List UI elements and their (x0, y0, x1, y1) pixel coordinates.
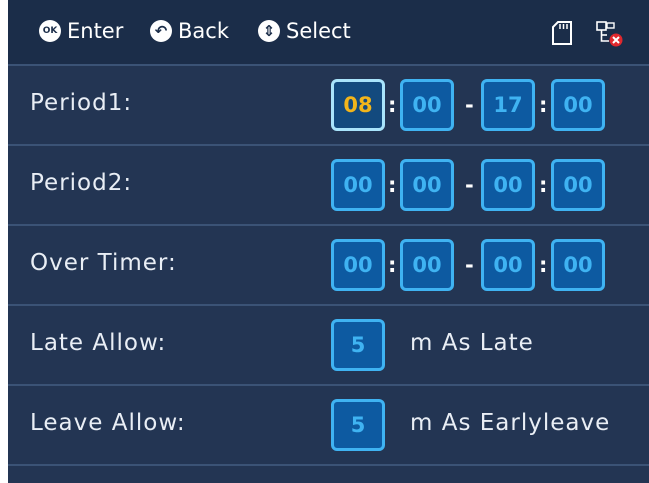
period1-end-minute-field[interactable]: 00 (551, 79, 605, 131)
leave-allow-suffix: m As Earlyleave (410, 410, 611, 436)
period2-start-minute-field[interactable]: 00 (400, 159, 454, 211)
period2-start-hour-field[interactable]: 00 (331, 159, 385, 211)
time-colon: : (539, 173, 548, 197)
period1-start-hour-field[interactable]: 08 (331, 79, 385, 131)
over-timer-end-minute-field[interactable]: 00 (551, 239, 605, 291)
time-colon: : (388, 253, 397, 277)
time-colon: : (539, 253, 548, 277)
enter-hint-label: Enter (67, 19, 124, 43)
late-allow-minutes-field[interactable]: 5 (331, 319, 385, 371)
select-hint-label: Select (286, 19, 351, 43)
leave-allow-row: Leave Allow: 5 m As Earlyleave (8, 386, 649, 466)
sd-card-icon (552, 21, 572, 45)
range-dash: - (465, 253, 474, 277)
back-icon: ↶ (150, 20, 172, 42)
over-timer-end-hour-field[interactable]: 00 (481, 239, 535, 291)
late-allow-suffix: m As Late (410, 330, 534, 356)
period2-label: Period2: (30, 170, 133, 196)
enter-hint: OK Enter (39, 19, 123, 43)
ok-key-icon: OK (39, 20, 61, 42)
range-dash: - (465, 93, 474, 117)
period2-row: Period2: 00 : 00 - 00 : 00 (8, 146, 649, 226)
late-allow-row: Late Allow: 5 m As Late (8, 306, 649, 386)
over-timer-row: Over Timer: 00 : 00 - 00 : 00 (8, 226, 649, 306)
select-icon: ⇕ (258, 20, 280, 42)
time-colon: : (388, 93, 397, 117)
leave-allow-label: Leave Allow: (30, 410, 186, 436)
period1-label: Period1: (30, 90, 133, 116)
network-disconnected-icon (596, 21, 623, 47)
time-colon: : (539, 93, 548, 117)
time-colon: : (388, 173, 397, 197)
range-dash: - (465, 173, 474, 197)
period2-end-minute-field[interactable]: 00 (551, 159, 605, 211)
over-timer-start-hour-field[interactable]: 00 (331, 239, 385, 291)
leave-allow-minutes-field[interactable]: 5 (331, 399, 385, 451)
over-timer-label: Over Timer: (30, 250, 177, 276)
device-screen: OK Enter ↶ Back ⇕ Select Period1: 08: 0… (8, 0, 649, 483)
period1-end-hour-field[interactable]: 17 (481, 79, 535, 131)
back-hint: ↶ Back (150, 19, 229, 43)
period2-end-hour-field[interactable]: 00 (481, 159, 535, 211)
over-timer-start-minute-field[interactable]: 00 (400, 239, 454, 291)
period1-row: Period1: 08 : 00 - 17 : 00 (8, 66, 649, 146)
key-hint-bar: OK Enter ↶ Back ⇕ Select (8, 0, 649, 66)
select-hint: ⇕ Select (258, 19, 351, 43)
period1-start-minute-field[interactable]: 00 (400, 79, 454, 131)
late-allow-label: Late Allow: (30, 330, 167, 356)
back-hint-label: Back (178, 19, 229, 43)
